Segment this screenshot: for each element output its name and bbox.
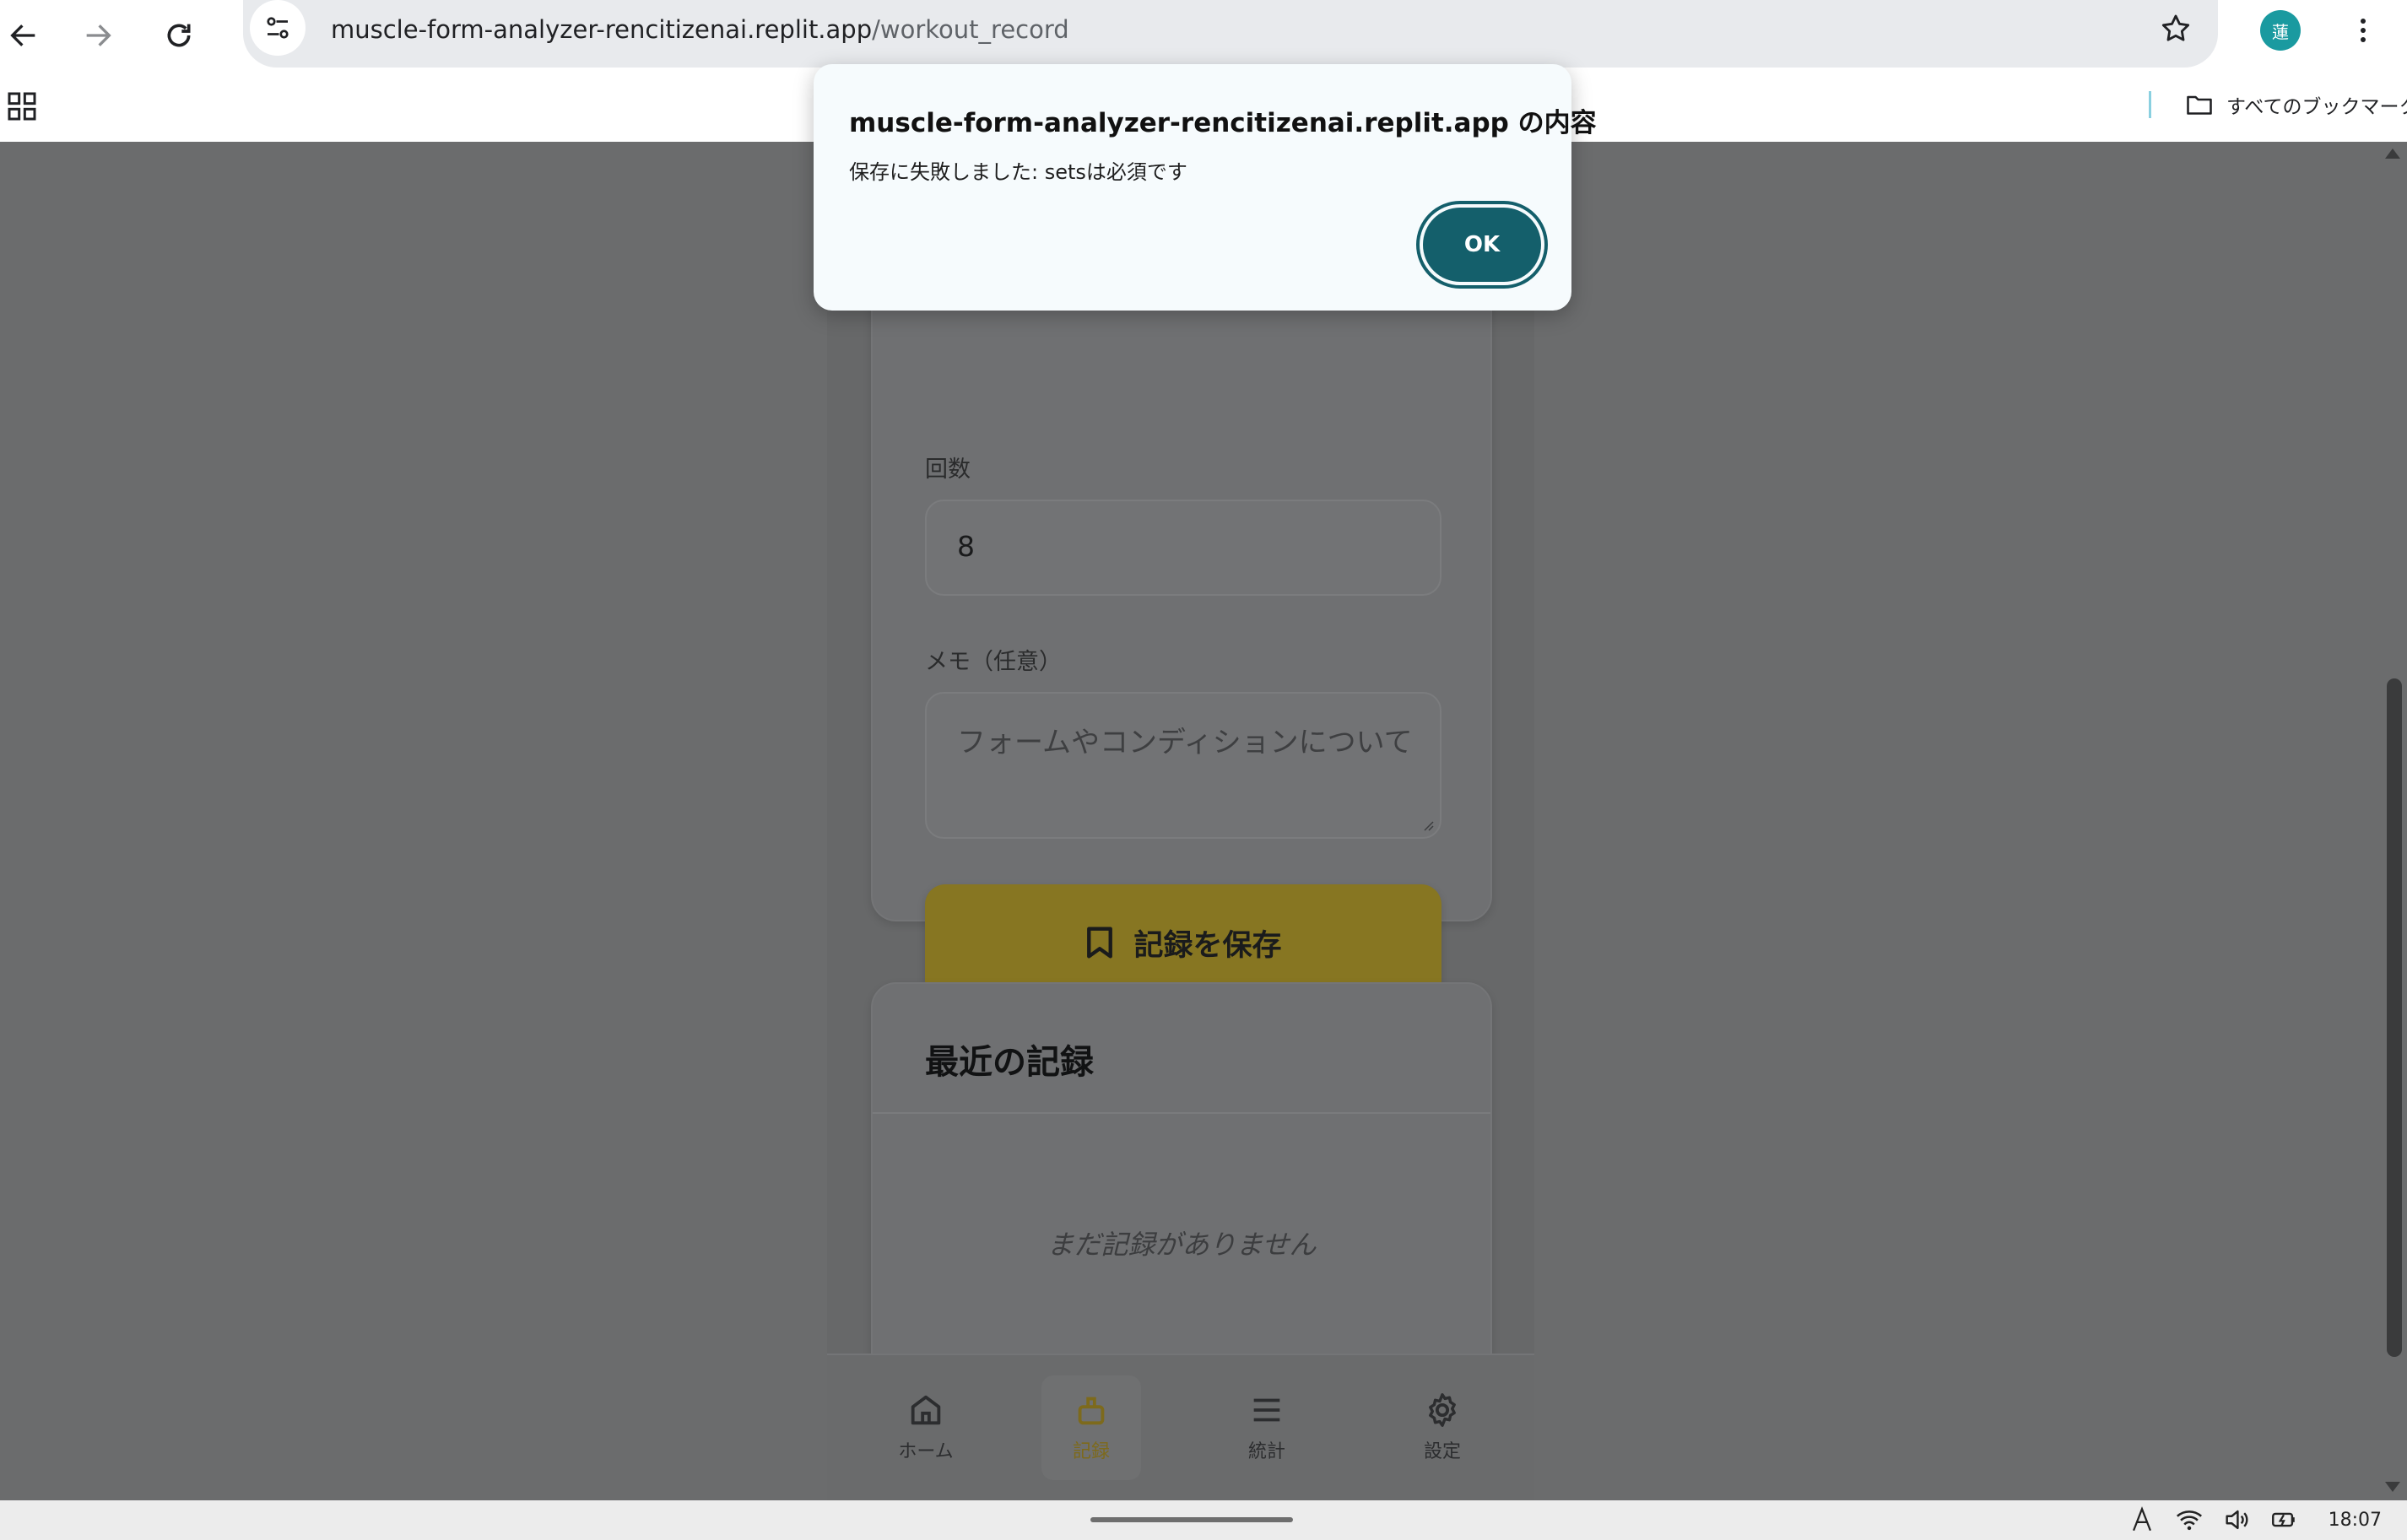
gear-icon	[1429, 1393, 1456, 1427]
arrow-left-icon	[10, 24, 35, 46]
more-vert-icon	[2361, 19, 2366, 42]
home-icon	[911, 1395, 941, 1425]
browser-toolbar: muscle-form-analyzer-rencitizenai.replit…	[0, 0, 2407, 71]
browser-menu-button[interactable]	[2346, 10, 2380, 51]
address-bar[interactable]: muscle-form-analyzer-rencitizenai.replit…	[243, 0, 2218, 68]
url-host: muscle-form-analyzer-rencitizenai.replit…	[331, 15, 873, 44]
bottom-navigation: ホーム 記録 統計 設定	[827, 1354, 1534, 1500]
recent-divider	[873, 1112, 1490, 1114]
clock: 18:07	[2328, 1509, 2382, 1531]
nav-home[interactable]: ホーム	[876, 1375, 976, 1480]
app-container: 回数 8 メモ（任意） フォームやコンディションについて 記録を保存 最近の記録…	[827, 142, 1534, 1500]
tune-icon	[267, 17, 289, 39]
site-info-button[interactable]	[250, 0, 306, 56]
nav-record[interactable]: 記録	[1041, 1375, 1141, 1480]
url-text[interactable]: muscle-form-analyzer-rencitizenai.replit…	[331, 15, 1069, 44]
nav-record-label: 記録	[1072, 1441, 1110, 1462]
all-bookmarks-button[interactable]: すべてのブックマーク	[2184, 89, 2407, 120]
alert-dialog: muscle-form-analyzer-rencitizenai.replit…	[814, 64, 1597, 311]
folder-icon	[2187, 95, 2212, 115]
nav-settings-label: 設定	[1423, 1441, 1461, 1462]
forward-button[interactable]	[74, 12, 122, 59]
dialog-title: muscle-form-analyzer-rencitizenai.replit…	[849, 108, 1597, 138]
reps-label: 回数	[925, 457, 971, 483]
os-shelf: 18:07	[0, 1500, 2407, 1540]
bookmarks-divider	[2149, 91, 2151, 118]
dialog-message: 保存に失敗しました: setsは必須です	[849, 160, 1187, 184]
scrollbar-thumb[interactable]	[2387, 678, 2402, 1357]
ok-button[interactable]: OK	[1423, 208, 1541, 282]
list-icon	[1253, 1398, 1280, 1422]
scroll-up-arrow-icon[interactable]	[2385, 149, 2400, 159]
star-icon[interactable]	[2159, 12, 2193, 46]
memo-textarea[interactable]: フォームやコンディションについて	[925, 692, 1441, 839]
reps-value: 8	[957, 530, 975, 563]
nav-stats-label: 統計	[1247, 1441, 1285, 1462]
back-button[interactable]	[0, 12, 47, 59]
recent-records-title: 最近の記録	[925, 1043, 1094, 1082]
reps-input[interactable]: 8	[925, 500, 1441, 596]
empty-state-text: まだ記録がありません	[1047, 1229, 1317, 1261]
bookmark-icon	[1087, 927, 1113, 959]
nav-home-label: ホーム	[898, 1441, 954, 1462]
ime-icon	[2132, 1506, 2151, 1532]
reload-icon	[167, 24, 191, 47]
arrow-right-icon	[86, 24, 111, 46]
memo-placeholder: フォームやコンディションについて	[957, 726, 1413, 759]
reload-button[interactable]	[155, 12, 203, 59]
all-bookmarks-label: すべてのブックマーク	[2226, 96, 2407, 118]
volume-icon	[2226, 1510, 2248, 1530]
url-path: /workout_record	[872, 15, 1069, 44]
home-gesture-bar[interactable]	[1090, 1517, 1293, 1522]
screen: muscle-form-analyzer-rencitizenai.replit…	[0, 0, 2407, 1540]
system-tray[interactable]: 18:07	[2128, 1505, 2382, 1534]
wifi-icon	[2176, 1510, 2202, 1531]
nav-stats[interactable]: 統計	[1217, 1375, 1317, 1480]
battery-charging-icon	[2271, 1512, 2295, 1527]
dumbbell-icon	[1078, 1397, 1105, 1425]
page-viewport: 回数 8 メモ（任意） フォームやコンディションについて 記録を保存 最近の記録…	[0, 142, 2407, 1500]
memo-label: メモ（任意）	[925, 649, 1062, 675]
scroll-down-arrow-icon[interactable]	[2385, 1482, 2400, 1492]
save-record-label: 記録を保存	[1133, 928, 1282, 963]
resize-grip-icon[interactable]	[1421, 819, 1435, 832]
apps-grid-icon[interactable]	[5, 89, 39, 123]
nav-settings[interactable]: 設定	[1393, 1375, 1492, 1480]
profile-avatar[interactable]: 蓮	[2260, 10, 2301, 51]
